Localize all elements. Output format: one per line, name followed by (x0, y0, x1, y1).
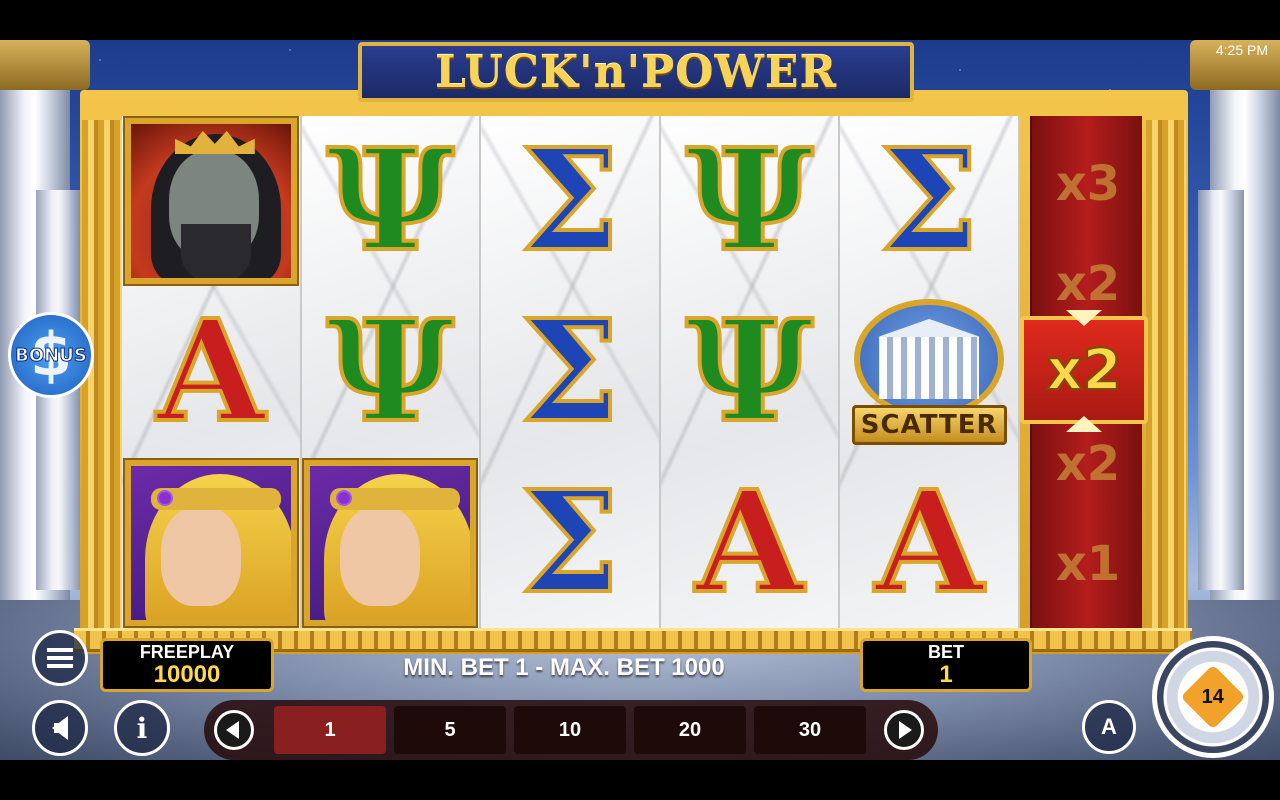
symbol-sigma: Σ (518, 289, 621, 454)
multiplier-pointer-bottom-icon (1066, 416, 1102, 432)
menu-button[interactable] (32, 630, 88, 686)
symbol-athena-portrait (302, 457, 479, 628)
reel-cell: Ψ (661, 116, 839, 287)
temple-icon (879, 318, 980, 399)
speaker-icon (52, 716, 68, 740)
bet-display: BET 1 (860, 638, 1032, 692)
symbol-alpha: A (693, 460, 806, 625)
frame-left-pillar (82, 120, 122, 640)
scatter-ring (854, 298, 1005, 419)
reel-cell (302, 457, 480, 628)
freeplay-balance: FREEPLAY 10000 (100, 638, 274, 692)
reel-cell: Σ (481, 287, 659, 458)
reel-cell: Ψ (302, 116, 480, 287)
bet-option[interactable]: 30 (754, 706, 866, 754)
multiplier-value: x1 (1055, 536, 1121, 592)
symbol-psi: Ψ (324, 119, 456, 284)
reel-cell: Σ (481, 116, 659, 287)
bet-decrease-button[interactable] (214, 710, 254, 750)
reel-cell: A (840, 457, 1018, 628)
bet-value: 1 (939, 661, 953, 688)
symbol-alpha: A (873, 460, 986, 625)
bet-range-text: MIN. BET 1 - MAX. BET 1000 (403, 654, 725, 681)
reel-column: ΣΣΣ (481, 116, 661, 628)
symbol-sigma: Σ (518, 119, 621, 284)
chevron-left-icon (226, 721, 239, 739)
symbol-scatter: SCATTER (844, 289, 1014, 455)
reel-cell: A (122, 287, 300, 458)
reel-column: ΨΨ (301, 116, 482, 628)
info-icon: i (136, 711, 148, 745)
gem-icon (336, 489, 353, 506)
spin-logo-icon: 14 (1180, 664, 1246, 730)
bottom-letterbox (0, 760, 1280, 800)
face (340, 505, 421, 606)
multiplier-value: x3 (1055, 156, 1121, 212)
active-multiplier: x2 (1020, 316, 1148, 424)
reel-cell: Σ (840, 116, 1018, 287)
symbol-sigma: Σ (518, 460, 621, 625)
reel-cell: A (661, 457, 839, 628)
left-column-capital (0, 40, 90, 90)
freeplay-value: 10000 (153, 661, 221, 688)
reel-cell: Σ (481, 457, 659, 628)
gem-icon (156, 489, 173, 506)
beard (180, 224, 251, 279)
info-button[interactable]: i (114, 700, 170, 756)
reel-cell: Ψ (302, 287, 480, 458)
symbol-athena-portrait (122, 457, 299, 628)
bet-label: BET (928, 642, 964, 662)
reel-cell: Ψ (661, 287, 839, 458)
bet-selector: 1 5 10 20 30 (204, 700, 938, 760)
face (160, 505, 241, 606)
reel-cell (122, 457, 300, 628)
symbol-psi: Ψ (684, 289, 816, 454)
top-letterbox (0, 0, 1280, 40)
status-time: 4:25 PM (1215, 42, 1268, 58)
autoplay-button[interactable]: A (1082, 700, 1136, 754)
bonus-button[interactable]: $ BONUS (8, 312, 94, 398)
symbol-psi: Ψ (324, 289, 456, 454)
freeplay-label: FREEPLAY (139, 642, 235, 662)
bet-option[interactable]: 10 (514, 706, 626, 754)
symbol-alpha: A (154, 289, 267, 454)
reel-column: ΨΨA (660, 116, 841, 628)
game-title: LUCK'n'POWER (434, 46, 838, 98)
spin-logo-text: 14 (1201, 685, 1225, 708)
sound-button[interactable] (32, 700, 88, 756)
bet-option[interactable]: 1 (274, 706, 386, 754)
symbol-sigma: Σ (878, 119, 981, 284)
reel-column: Σ SCATTER A (840, 116, 1020, 628)
frame-right-pillar (1146, 120, 1186, 640)
bet-option[interactable]: 20 (634, 706, 746, 754)
symbol-psi: Ψ (684, 119, 816, 284)
reel-grid: A Ψ Ψ Σ Σ Σ Ψ Ψ A Σ SCATTER A (122, 116, 1020, 628)
bet-increase-button[interactable] (884, 710, 924, 750)
symbol-zeus-portrait (122, 116, 299, 287)
reel-cell (122, 116, 300, 287)
spin-button[interactable]: 14 (1152, 636, 1274, 758)
reel-cell: SCATTER (840, 287, 1018, 458)
multiplier-pointer-top-icon (1066, 310, 1102, 326)
reel-column: A (122, 116, 302, 628)
bonus-label: BONUS (15, 344, 88, 366)
chevron-right-icon (899, 721, 912, 739)
autoplay-icon: A (1101, 714, 1117, 739)
bet-option[interactable]: 5 (394, 706, 506, 754)
scatter-label: SCATTER (851, 404, 1007, 445)
hamburger-icon (47, 648, 73, 668)
game-scene: LUCK'n'POWER A Ψ Ψ Σ Σ Σ Ψ Ψ A Σ SCATTER A x3 x2 x2… (0, 40, 1280, 760)
game-title-plate: LUCK'n'POWER (358, 42, 914, 102)
right-back-column (1198, 190, 1244, 590)
